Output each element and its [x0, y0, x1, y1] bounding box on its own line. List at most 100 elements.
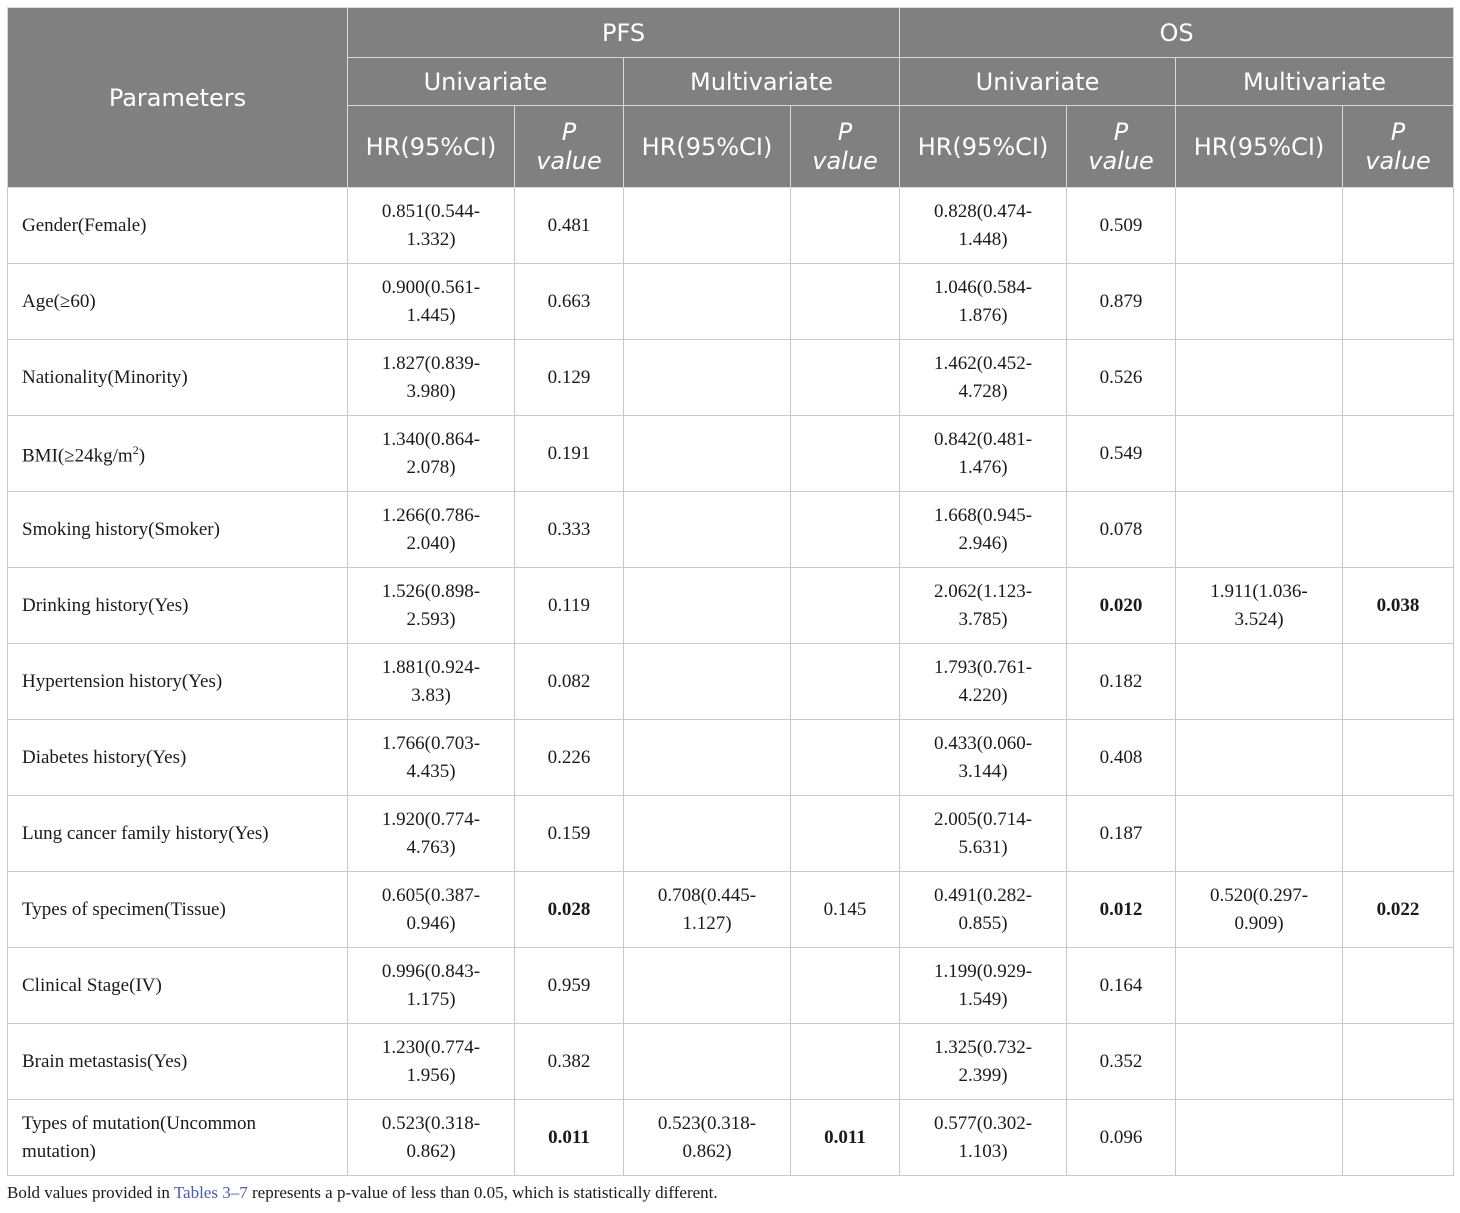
- p-value-cell: 0.129: [514, 339, 624, 416]
- header-os: OS: [899, 7, 1455, 58]
- parameter-cell: Gender(Female): [7, 187, 348, 264]
- hr-cell: 1.668(0.945- 2.946): [899, 491, 1068, 568]
- p-value-cell: 0.408: [1066, 719, 1177, 796]
- p-value-cell: 0.082: [514, 643, 624, 720]
- hr-cell: [623, 643, 791, 720]
- table-body: Gender(Female) 0.851(0.544- 1.332) 0.481 0.8…: [7, 187, 1455, 1176]
- p-value-cell: 0.164: [1066, 947, 1177, 1024]
- p-value-cell: [1342, 187, 1455, 264]
- hr-cell: 1.911(1.036- 3.524): [1175, 567, 1344, 644]
- header-os-multivariate: Multivariate: [1175, 57, 1455, 106]
- hr-cell: 0.433(0.060- 3.144): [899, 719, 1068, 796]
- hr-cell: [1175, 339, 1344, 416]
- footnote-prefix: Bold values provided in: [7, 1183, 174, 1202]
- hr-cell: [1175, 643, 1344, 720]
- hr-cell: 0.520(0.297- 0.909): [1175, 871, 1344, 948]
- hr-cell: [623, 339, 791, 416]
- hr-cell: [623, 567, 791, 644]
- p-value-cell: 0.352: [1066, 1023, 1177, 1100]
- table-row: BMI(≥24kg/m2) 1.340(0.864- 2.078) 0.191 0.84…: [7, 415, 1455, 492]
- header-hr: HR(95%CI): [899, 105, 1068, 188]
- tables-link[interactable]: Tables 3–7: [174, 1183, 248, 1202]
- hr-cell: 0.851(0.544- 1.332): [347, 187, 515, 264]
- p-value-cell: 0.038: [1342, 567, 1455, 644]
- table-row: Clinical Stage(IV) 0.996(0.843- 1.175) 0.95…: [7, 947, 1455, 1024]
- hr-cell: 0.491(0.282- 0.855): [899, 871, 1068, 948]
- p-value-cell: [1342, 1023, 1455, 1100]
- table-row: Hypertension history(Yes) 1.881(0.924- 3.8…: [7, 643, 1455, 720]
- p-value-cell: [789, 415, 901, 492]
- parameter-cell: Diabetes history(Yes): [7, 719, 348, 796]
- header-p-value: Pvalue: [1066, 105, 1177, 188]
- hr-cell: [623, 415, 791, 492]
- hr-cell: [1175, 947, 1344, 1024]
- hr-cell: [1175, 187, 1344, 264]
- header-hr: HR(95%CI): [347, 105, 515, 188]
- p-value-cell: 0.382: [514, 1023, 624, 1100]
- table-row: Age(≥60) 0.900(0.561- 1.445) 0.663 1.046(0.5…: [7, 263, 1455, 340]
- table-row: Gender(Female) 0.851(0.544- 1.332) 0.481 0.8…: [7, 187, 1455, 264]
- p-value-cell: 0.549: [1066, 415, 1177, 492]
- p-value-cell: 0.011: [514, 1099, 624, 1176]
- hr-cell: [623, 263, 791, 340]
- p-value-cell: [1342, 947, 1455, 1024]
- table-row: Diabetes history(Yes) 1.766(0.703- 4.435) 0…: [7, 719, 1455, 796]
- parameter-cell: Smoking history(Smoker): [7, 491, 348, 568]
- parameter-cell: Nationality(Minority): [7, 339, 348, 416]
- p-value-cell: [789, 491, 901, 568]
- p-value-cell: 0.481: [514, 187, 624, 264]
- hr-cell: 1.325(0.732- 2.399): [899, 1023, 1068, 1100]
- hr-cell: 1.199(0.929- 1.549): [899, 947, 1068, 1024]
- hr-cell: 1.793(0.761- 4.220): [899, 643, 1068, 720]
- header-hr: HR(95%CI): [1175, 105, 1344, 188]
- p-value-cell: [1342, 719, 1455, 796]
- parameter-cell: Hypertension history(Yes): [7, 643, 348, 720]
- p-value-cell: [1342, 415, 1455, 492]
- hr-cell: 0.605(0.387- 0.946): [347, 871, 515, 948]
- p-value-cell: [789, 263, 901, 340]
- p-value-cell: 0.509: [1066, 187, 1177, 264]
- hr-cell: 1.462(0.452- 4.728): [899, 339, 1068, 416]
- header-p-value: Pvalue: [789, 105, 901, 188]
- hr-cell: 1.881(0.924- 3.83): [347, 643, 515, 720]
- table-row: Nationality(Minority) 1.827(0.839- 3.980) 0…: [7, 339, 1455, 416]
- hr-cell: 0.577(0.302- 1.103): [899, 1099, 1068, 1176]
- hr-cell: 1.340(0.864- 2.078): [347, 415, 515, 492]
- parameter-cell: Types of specimen(Tissue): [7, 871, 348, 948]
- header-hr: HR(95%CI): [623, 105, 791, 188]
- p-value-cell: 0.526: [1066, 339, 1177, 416]
- table-row: Smoking history(Smoker) 1.266(0.786- 2.040…: [7, 491, 1455, 568]
- header-os-univariate: Univariate: [899, 57, 1177, 106]
- hr-cell: 0.523(0.318- 0.862): [623, 1099, 791, 1176]
- p-value-cell: [789, 567, 901, 644]
- hr-cell: 0.900(0.561- 1.445): [347, 263, 515, 340]
- hr-cell: 0.828(0.474- 1.448): [899, 187, 1068, 264]
- p-value-cell: [789, 947, 901, 1024]
- hr-cell: 1.526(0.898- 2.593): [347, 567, 515, 644]
- p-value-cell: [789, 719, 901, 796]
- hr-cell: [623, 795, 791, 872]
- p-value-cell: [1342, 643, 1455, 720]
- p-value-cell: [1342, 1099, 1455, 1176]
- hr-cell: 2.005(0.714- 5.631): [899, 795, 1068, 872]
- hr-cell: [623, 187, 791, 264]
- p-value-cell: 0.187: [1066, 795, 1177, 872]
- p-value-cell: 0.159: [514, 795, 624, 872]
- p-value-cell: 0.011: [789, 1099, 901, 1176]
- hr-cell: [623, 1023, 791, 1100]
- header-p-value: Pvalue: [1342, 105, 1455, 188]
- parameter-cell: Lung cancer family history(Yes): [7, 795, 348, 872]
- hr-cell: 1.827(0.839- 3.980): [347, 339, 515, 416]
- regression-table: Parameters PFS OS Univariate Multivariat…: [7, 7, 1455, 1176]
- hr-cell: [623, 947, 791, 1024]
- table-row: Types of specimen(Tissue) 0.605(0.387- 0.9…: [7, 871, 1455, 948]
- hr-cell: 1.230(0.774- 1.956): [347, 1023, 515, 1100]
- hr-cell: 1.046(0.584- 1.876): [899, 263, 1068, 340]
- table-row: Lung cancer family history(Yes) 1.920(0.7…: [7, 795, 1455, 872]
- p-value-cell: 0.191: [514, 415, 624, 492]
- hr-cell: [1175, 1023, 1344, 1100]
- header-pfs-univariate: Univariate: [347, 57, 624, 106]
- p-value-cell: [789, 339, 901, 416]
- p-value-cell: [1342, 339, 1455, 416]
- header-pfs-multivariate: Multivariate: [622, 57, 901, 106]
